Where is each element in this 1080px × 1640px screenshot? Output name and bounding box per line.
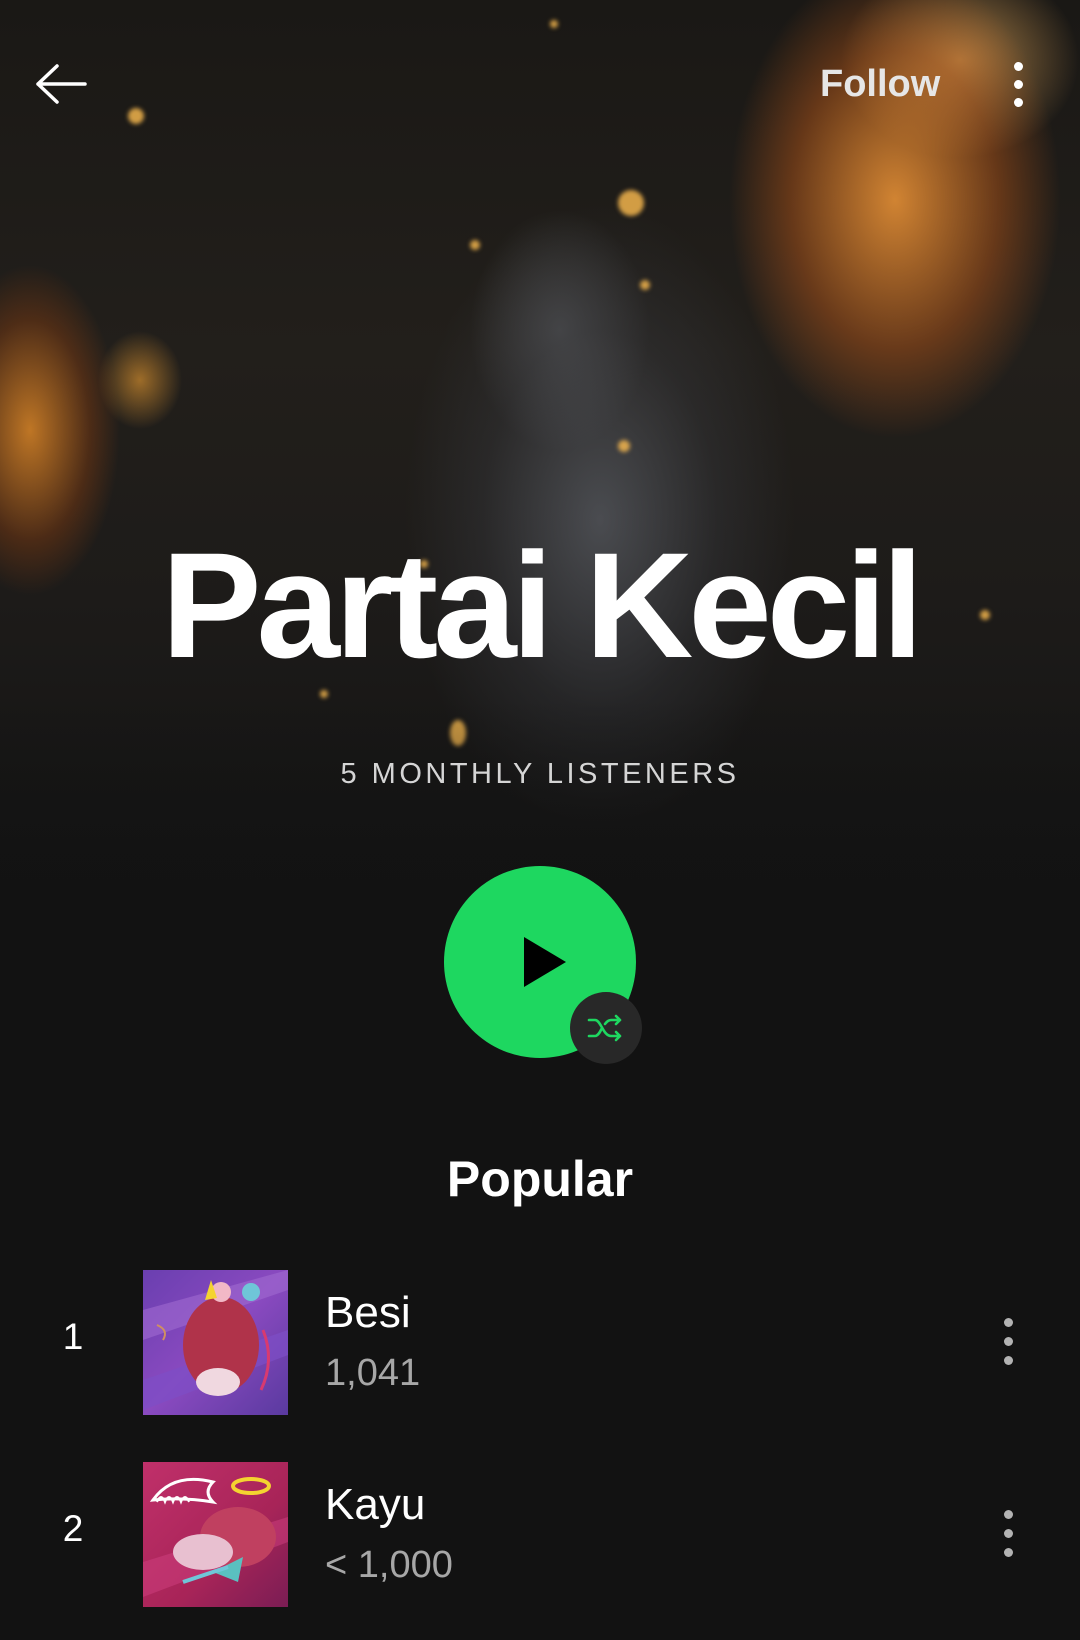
play-icon (524, 937, 566, 987)
more-vertical-icon (1013, 61, 1023, 71)
track-row[interactable]: 2 Kayu < 1,000 (0, 1458, 1080, 1608)
track-play-count: < 1,000 (325, 1544, 453, 1586)
track-rank: 1 (62, 1316, 84, 1357)
track-title: Kayu (325, 1480, 426, 1529)
artist-page: Follow Partai Kecil 5 MONTHLY LISTENERS … (0, 0, 1080, 1640)
track-play-count: 1,041 (325, 1352, 421, 1394)
shuffle-icon (587, 1014, 622, 1042)
more-vertical-icon (1003, 1509, 1013, 1519)
follow-button[interactable]: Follow (800, 56, 960, 112)
album-art-thumbnail (143, 1270, 288, 1415)
track-row[interactable]: 1 Besi 1,041 (0, 1266, 1080, 1416)
track-rank: 2 (62, 1508, 84, 1549)
track-title: Besi (325, 1288, 411, 1337)
back-button[interactable] (28, 52, 92, 116)
more-options-button[interactable] (990, 50, 1046, 118)
top-bar: Follow (0, 0, 1080, 170)
track-more-button[interactable] (980, 1306, 1036, 1376)
arrow-left-icon (36, 64, 87, 104)
shuffle-button[interactable] (570, 992, 642, 1064)
more-vertical-icon (1003, 1317, 1013, 1327)
album-art-thumbnail (143, 1462, 288, 1607)
track-more-button[interactable] (980, 1498, 1036, 1568)
popular-heading: Popular (446, 1151, 634, 1207)
monthly-listeners: 5 MONTHLY LISTENERS (340, 758, 740, 790)
artist-name: Partai Kecil (161, 521, 923, 689)
